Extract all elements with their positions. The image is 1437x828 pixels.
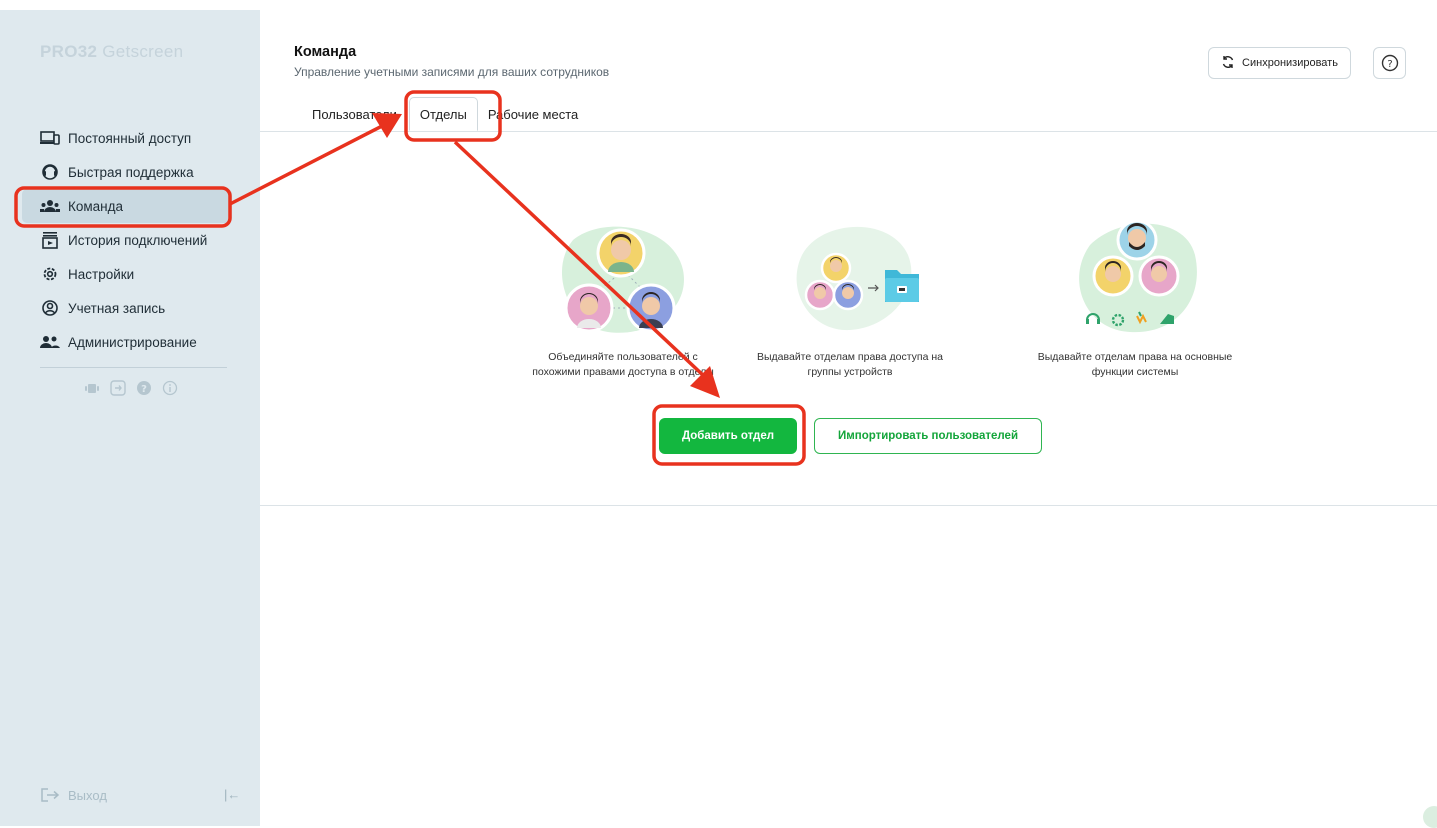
feature-system-functions: Выдавайте отделам права на основные функ…: [1010, 220, 1260, 380]
android-icon[interactable]: [84, 380, 100, 396]
feature-caption-line: похожими правами доступа в отделы: [532, 366, 714, 378]
question-icon: ?: [1381, 54, 1398, 72]
app-logo[interactable]: PRO32 Getscreen: [40, 42, 183, 62]
tab-users[interactable]: Пользователи: [294, 97, 407, 131]
sidebar-item-settings[interactable]: Настройки: [22, 257, 232, 291]
sidebar-item-label: История подключений: [68, 232, 208, 248]
sidebar-item-administration[interactable]: Администрирование: [22, 325, 232, 359]
account-icon: [40, 298, 60, 318]
sync-label: Синхронизировать: [1242, 57, 1338, 69]
history-icon: [40, 230, 60, 250]
logo-product: Getscreen: [102, 42, 184, 61]
devices-icon: [40, 128, 60, 148]
sidebar-item-label: Команда: [68, 198, 124, 214]
logout-label: Выход: [68, 787, 107, 803]
collapse-sidebar-button[interactable]: |←: [224, 787, 240, 802]
tab-departments[interactable]: Отделы: [408, 97, 478, 131]
svg-text:?: ?: [141, 384, 147, 395]
sidebar-item-label: Постоянный доступ: [68, 130, 192, 146]
page-subtitle: Управление учетными записями для ваших с…: [294, 65, 610, 79]
page-title: Команда: [294, 44, 357, 60]
users-group-illustration: [561, 226, 684, 333]
add-department-button[interactable]: Добавить отдел: [659, 418, 797, 454]
info-icon[interactable]: [162, 380, 178, 396]
main-content: Команда Управление учетными записями для…: [260, 0, 1437, 826]
sidebar-item-label: Администрирование: [68, 334, 197, 350]
feature-device-access: Выдавайте отделам права доступа на групп…: [725, 220, 975, 380]
sync-button[interactable]: Синхронизировать: [1208, 47, 1351, 79]
sidebar-item-team[interactable]: Команда: [22, 189, 232, 223]
feature-caption-line: Выдавайте отделам права доступа на: [757, 351, 943, 363]
tabs-divider: [260, 131, 1437, 132]
import-users-button[interactable]: Импортировать пользователей: [814, 418, 1042, 454]
tab-workplaces[interactable]: Рабочие места: [478, 97, 588, 131]
tabs: Пользователи Отделы Рабочие места: [294, 97, 588, 131]
device-access-illustration: [796, 226, 919, 331]
sidebar-item-label: Учетная запись: [68, 300, 166, 316]
sidebar-item-account[interactable]: Учетная запись: [22, 291, 232, 325]
sync-icon: [1221, 55, 1235, 72]
headset-icon: [40, 162, 60, 182]
sidebar-item-label: Настройки: [68, 266, 135, 282]
feature-caption-line: функции системы: [1091, 366, 1179, 378]
gear-icon: [40, 264, 60, 284]
sidebar-divider: [40, 367, 227, 368]
feature-caption-line: Выдавайте отделам права на основные: [1037, 351, 1233, 363]
sidebar-item-label: Быстрая поддержка: [68, 164, 194, 180]
logout-button[interactable]: Выход: [40, 787, 107, 803]
sidebar-item-quick-support[interactable]: Быстрая поддержка: [22, 155, 232, 189]
sidebar-nav: Постоянный доступ Быстрая поддержка Кома…: [22, 121, 232, 359]
feature-caption-line: Объединяйте пользователей с: [548, 351, 698, 363]
sidebar: PRO32 Getscreen Постоянный доступ Быстра…: [0, 10, 260, 826]
sidebar-tools: ?: [84, 380, 178, 396]
admin-icon: [40, 332, 60, 352]
windows-icon[interactable]: [110, 380, 126, 396]
team-icon: [40, 196, 60, 216]
feature-groups: Объединяйте пользователей с похожими пра…: [498, 220, 748, 380]
system-functions-illustration: [1079, 220, 1197, 333]
content-divider: [260, 505, 1437, 506]
help-button[interactable]: ?: [1373, 47, 1406, 79]
feature-caption-line: группы устройств: [807, 366, 893, 378]
logo-brand: PRO32: [40, 42, 98, 61]
sidebar-item-history[interactable]: История подключений: [22, 223, 232, 257]
logout-icon: [40, 787, 60, 803]
help-circle-icon[interactable]: ?: [136, 380, 152, 396]
sidebar-item-permanent-access[interactable]: Постоянный доступ: [22, 121, 232, 155]
svg-text:?: ?: [1387, 59, 1392, 70]
